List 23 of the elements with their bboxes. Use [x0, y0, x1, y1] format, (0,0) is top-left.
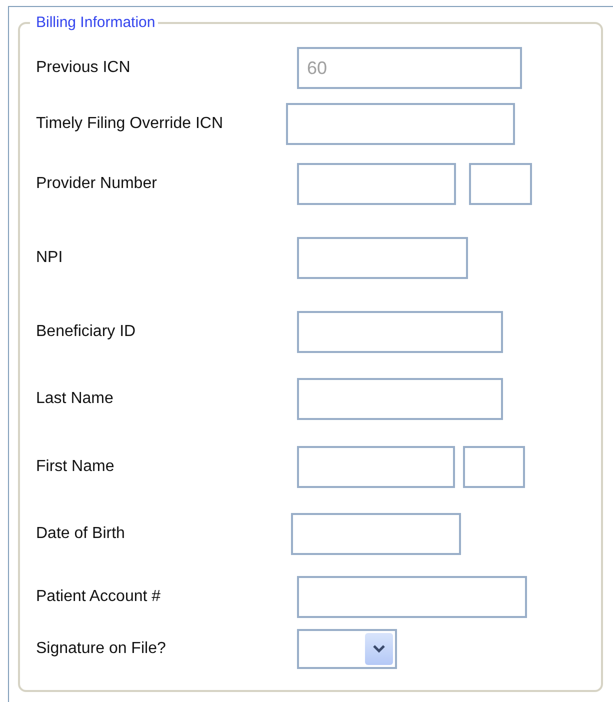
group-title: Billing Information — [30, 13, 158, 33]
input-field[interactable] — [291, 513, 461, 555]
input-field[interactable] — [469, 163, 532, 205]
input-field[interactable] — [297, 576, 527, 618]
field-label: Previous ICN — [36, 59, 132, 77]
input-field[interactable] — [463, 446, 525, 488]
input-field[interactable] — [297, 163, 456, 205]
field-label: Beneficiary ID — [36, 323, 137, 341]
field-label: Patient Account # — [36, 588, 162, 606]
field-label: Provider Number — [36, 175, 158, 193]
field-label: Timely Filing Override ICN — [36, 115, 224, 133]
field-label: Date of Birth — [36, 525, 126, 543]
input-field[interactable] — [286, 103, 515, 145]
input-field[interactable] — [297, 378, 503, 420]
field-label: Last Name — [36, 390, 114, 408]
input-field[interactable] — [297, 311, 503, 353]
chevron-down-icon — [373, 645, 385, 653]
field-label: First Name — [36, 458, 116, 476]
input-field[interactable] — [297, 446, 455, 488]
field-label: Signature on File? — [36, 640, 167, 658]
field-label: NPI — [36, 249, 64, 267]
dropdown[interactable] — [297, 629, 397, 669]
input-field[interactable] — [297, 237, 468, 279]
